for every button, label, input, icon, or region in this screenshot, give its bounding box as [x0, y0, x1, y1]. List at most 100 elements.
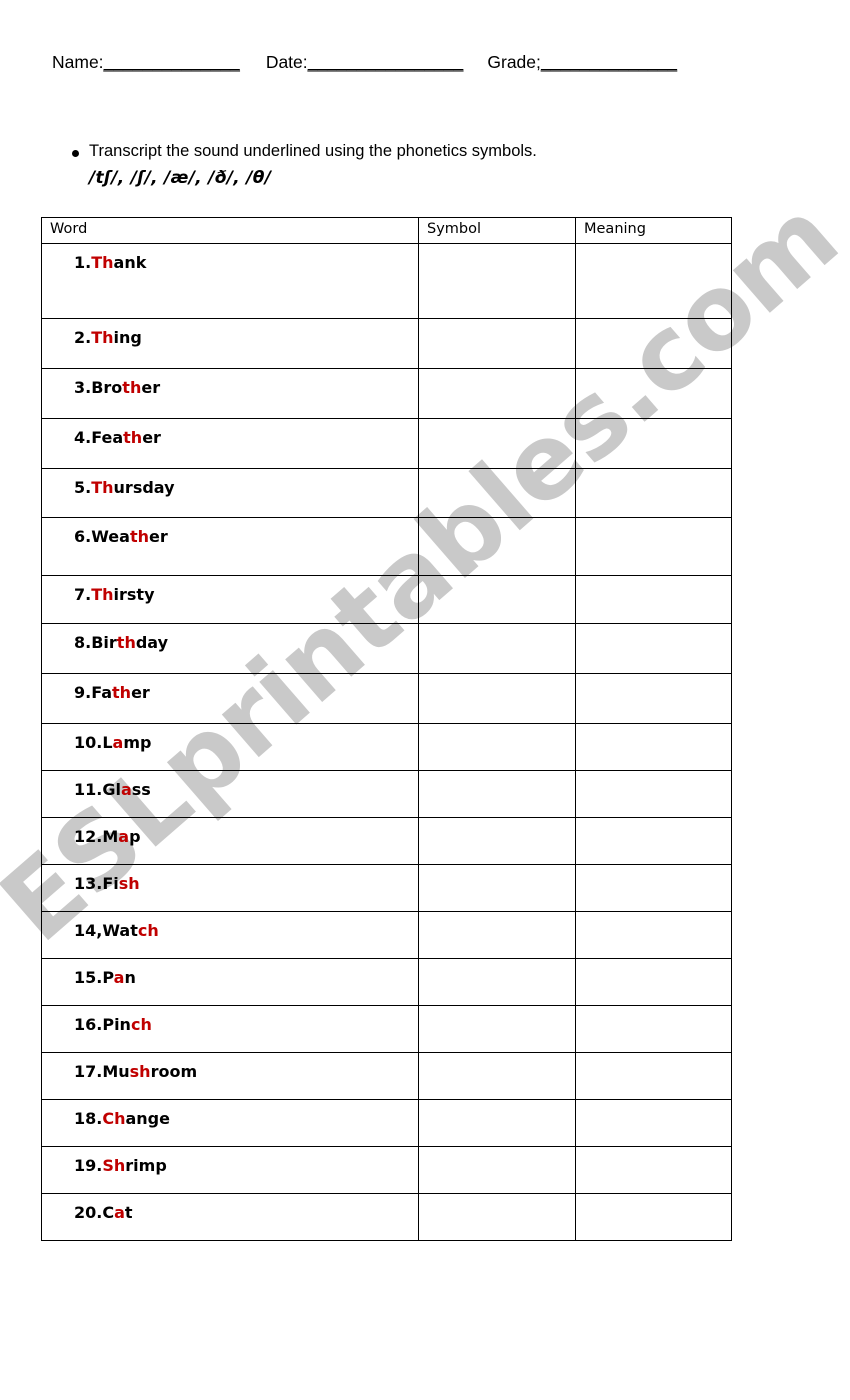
word-entry: 7. Thirsty: [42, 576, 418, 604]
symbol-answer-cell[interactable]: [418, 368, 576, 419]
highlighted-letters: sh: [129, 1062, 151, 1081]
word-cell: 2. Thing: [41, 318, 419, 369]
word-cell: 13. Fish: [41, 864, 419, 912]
symbol-answer-cell[interactable]: [418, 673, 576, 724]
highlighted-letters: Th: [91, 253, 114, 272]
word-cell: 3. Brother: [41, 368, 419, 419]
highlighted-letters: Th: [91, 328, 114, 347]
row-number: 3.: [74, 378, 92, 397]
symbol-answer-cell[interactable]: [418, 1193, 576, 1241]
meaning-answer-cell[interactable]: [575, 1099, 732, 1147]
meaning-answer-cell[interactable]: [575, 468, 732, 518]
word-label: Shrimp: [102, 1156, 167, 1175]
bullet-dot-icon: [72, 150, 79, 157]
symbol-answer-cell[interactable]: [418, 723, 576, 771]
word-label: Birthday: [91, 633, 169, 652]
row-number: 17.: [74, 1062, 103, 1081]
row-number: 14,: [74, 921, 103, 940]
word-cell: 12. Map: [41, 817, 419, 865]
word-entry: 3. Brother: [42, 369, 418, 397]
column-header-word: Word: [41, 217, 419, 244]
word-entry: 9. Father: [42, 674, 418, 702]
word-cell: 18. Change: [41, 1099, 419, 1147]
meaning-answer-cell[interactable]: [575, 318, 732, 369]
phonetic-symbols-list: /tʃ/, /ʃ/, /æ/, /ð/, /θ/: [89, 167, 272, 188]
symbol-answer-cell[interactable]: [418, 911, 576, 959]
word-entry: 11. Glass: [42, 771, 418, 799]
word-entry: 18. Change: [42, 1100, 418, 1128]
word-label: Thirsty: [91, 585, 155, 604]
meaning-answer-cell[interactable]: [575, 368, 732, 419]
table-row: 13. Fish: [41, 864, 732, 912]
row-number: 9.: [74, 683, 92, 702]
symbol-answer-cell[interactable]: [418, 1005, 576, 1053]
word-label: Pinch: [102, 1015, 152, 1034]
word-cell: 9. Father: [41, 673, 419, 724]
word-entry: 14, Watch: [42, 912, 418, 940]
grade-blank-rule[interactable]: ______________: [541, 52, 677, 72]
symbol-answer-cell[interactable]: [418, 418, 576, 469]
meaning-answer-cell[interactable]: [575, 575, 732, 624]
meaning-answer-cell[interactable]: [575, 673, 732, 724]
word-label: Fish: [102, 874, 140, 893]
word-entry: 6. Weather: [42, 518, 418, 546]
symbol-answer-cell[interactable]: [418, 517, 576, 576]
meaning-answer-cell[interactable]: [575, 623, 732, 674]
table-row: 15. Pan: [41, 958, 732, 1006]
highlighted-letters: th: [112, 683, 132, 702]
highlighted-letters: Th: [91, 585, 114, 604]
symbol-answer-cell[interactable]: [418, 864, 576, 912]
table-row: 3. Brother: [41, 368, 732, 419]
symbol-answer-cell[interactable]: [418, 623, 576, 674]
date-blank-rule[interactable]: ________________: [308, 52, 464, 72]
instruction-row: Transcript the sound underlined using th…: [72, 141, 732, 162]
meaning-answer-cell[interactable]: [575, 1005, 732, 1053]
meaning-answer-cell[interactable]: [575, 723, 732, 771]
symbol-answer-cell[interactable]: [418, 1052, 576, 1100]
meaning-answer-cell[interactable]: [575, 817, 732, 865]
meaning-answer-cell[interactable]: [575, 864, 732, 912]
meaning-answer-cell[interactable]: [575, 1052, 732, 1100]
highlighted-letters: a: [114, 1203, 125, 1222]
symbol-answer-cell[interactable]: [418, 770, 576, 818]
table-row: 6. Weather: [41, 517, 732, 576]
meaning-answer-cell[interactable]: [575, 958, 732, 1006]
column-header-symbol-label: Symbol: [427, 221, 482, 237]
symbol-answer-cell[interactable]: [418, 1099, 576, 1147]
word-label: Watch: [102, 921, 159, 940]
row-number: 5.: [74, 478, 92, 497]
symbol-answer-cell[interactable]: [418, 468, 576, 518]
table-row: 17. Mushroom: [41, 1052, 732, 1100]
meaning-answer-cell[interactable]: [575, 1193, 732, 1241]
word-cell: 8. Birthday: [41, 623, 419, 674]
symbol-answer-cell[interactable]: [418, 1146, 576, 1194]
name-blank-rule[interactable]: ______________: [104, 52, 240, 72]
word-label: Map: [102, 827, 141, 846]
symbol-answer-cell[interactable]: [418, 318, 576, 369]
symbol-answer-cell[interactable]: [418, 958, 576, 1006]
word-label: Thing: [91, 328, 142, 347]
meaning-answer-cell[interactable]: [575, 911, 732, 959]
meaning-answer-cell[interactable]: [575, 1146, 732, 1194]
meaning-answer-cell[interactable]: [575, 770, 732, 818]
word-entry: 17. Mushroom: [42, 1053, 418, 1081]
meaning-answer-cell[interactable]: [575, 418, 732, 469]
row-number: 20.: [74, 1203, 103, 1222]
meaning-answer-cell[interactable]: [575, 517, 732, 576]
table-row: 5. Thursday: [41, 468, 732, 518]
highlighted-letters: a: [118, 827, 130, 846]
symbol-answer-cell[interactable]: [418, 575, 576, 624]
word-entry: 4. Feather: [42, 419, 418, 447]
row-number: 10.: [74, 733, 103, 752]
highlighted-letters: th: [116, 633, 136, 652]
symbol-answer-cell[interactable]: [418, 817, 576, 865]
row-number: 8.: [74, 633, 92, 652]
instructions-block: Transcript the sound underlined using th…: [72, 141, 732, 188]
table-body: 1. Thank 2. Thing 3. Brother 4. Feather 5. Thursd…: [41, 243, 732, 1241]
symbol-answer-cell[interactable]: [418, 243, 576, 319]
meaning-answer-cell[interactable]: [575, 243, 732, 319]
highlighted-letters: Th: [91, 478, 114, 497]
word-cell: 5. Thursday: [41, 468, 419, 518]
highlighted-letters: th: [123, 428, 143, 447]
row-number: 19.: [74, 1156, 103, 1175]
